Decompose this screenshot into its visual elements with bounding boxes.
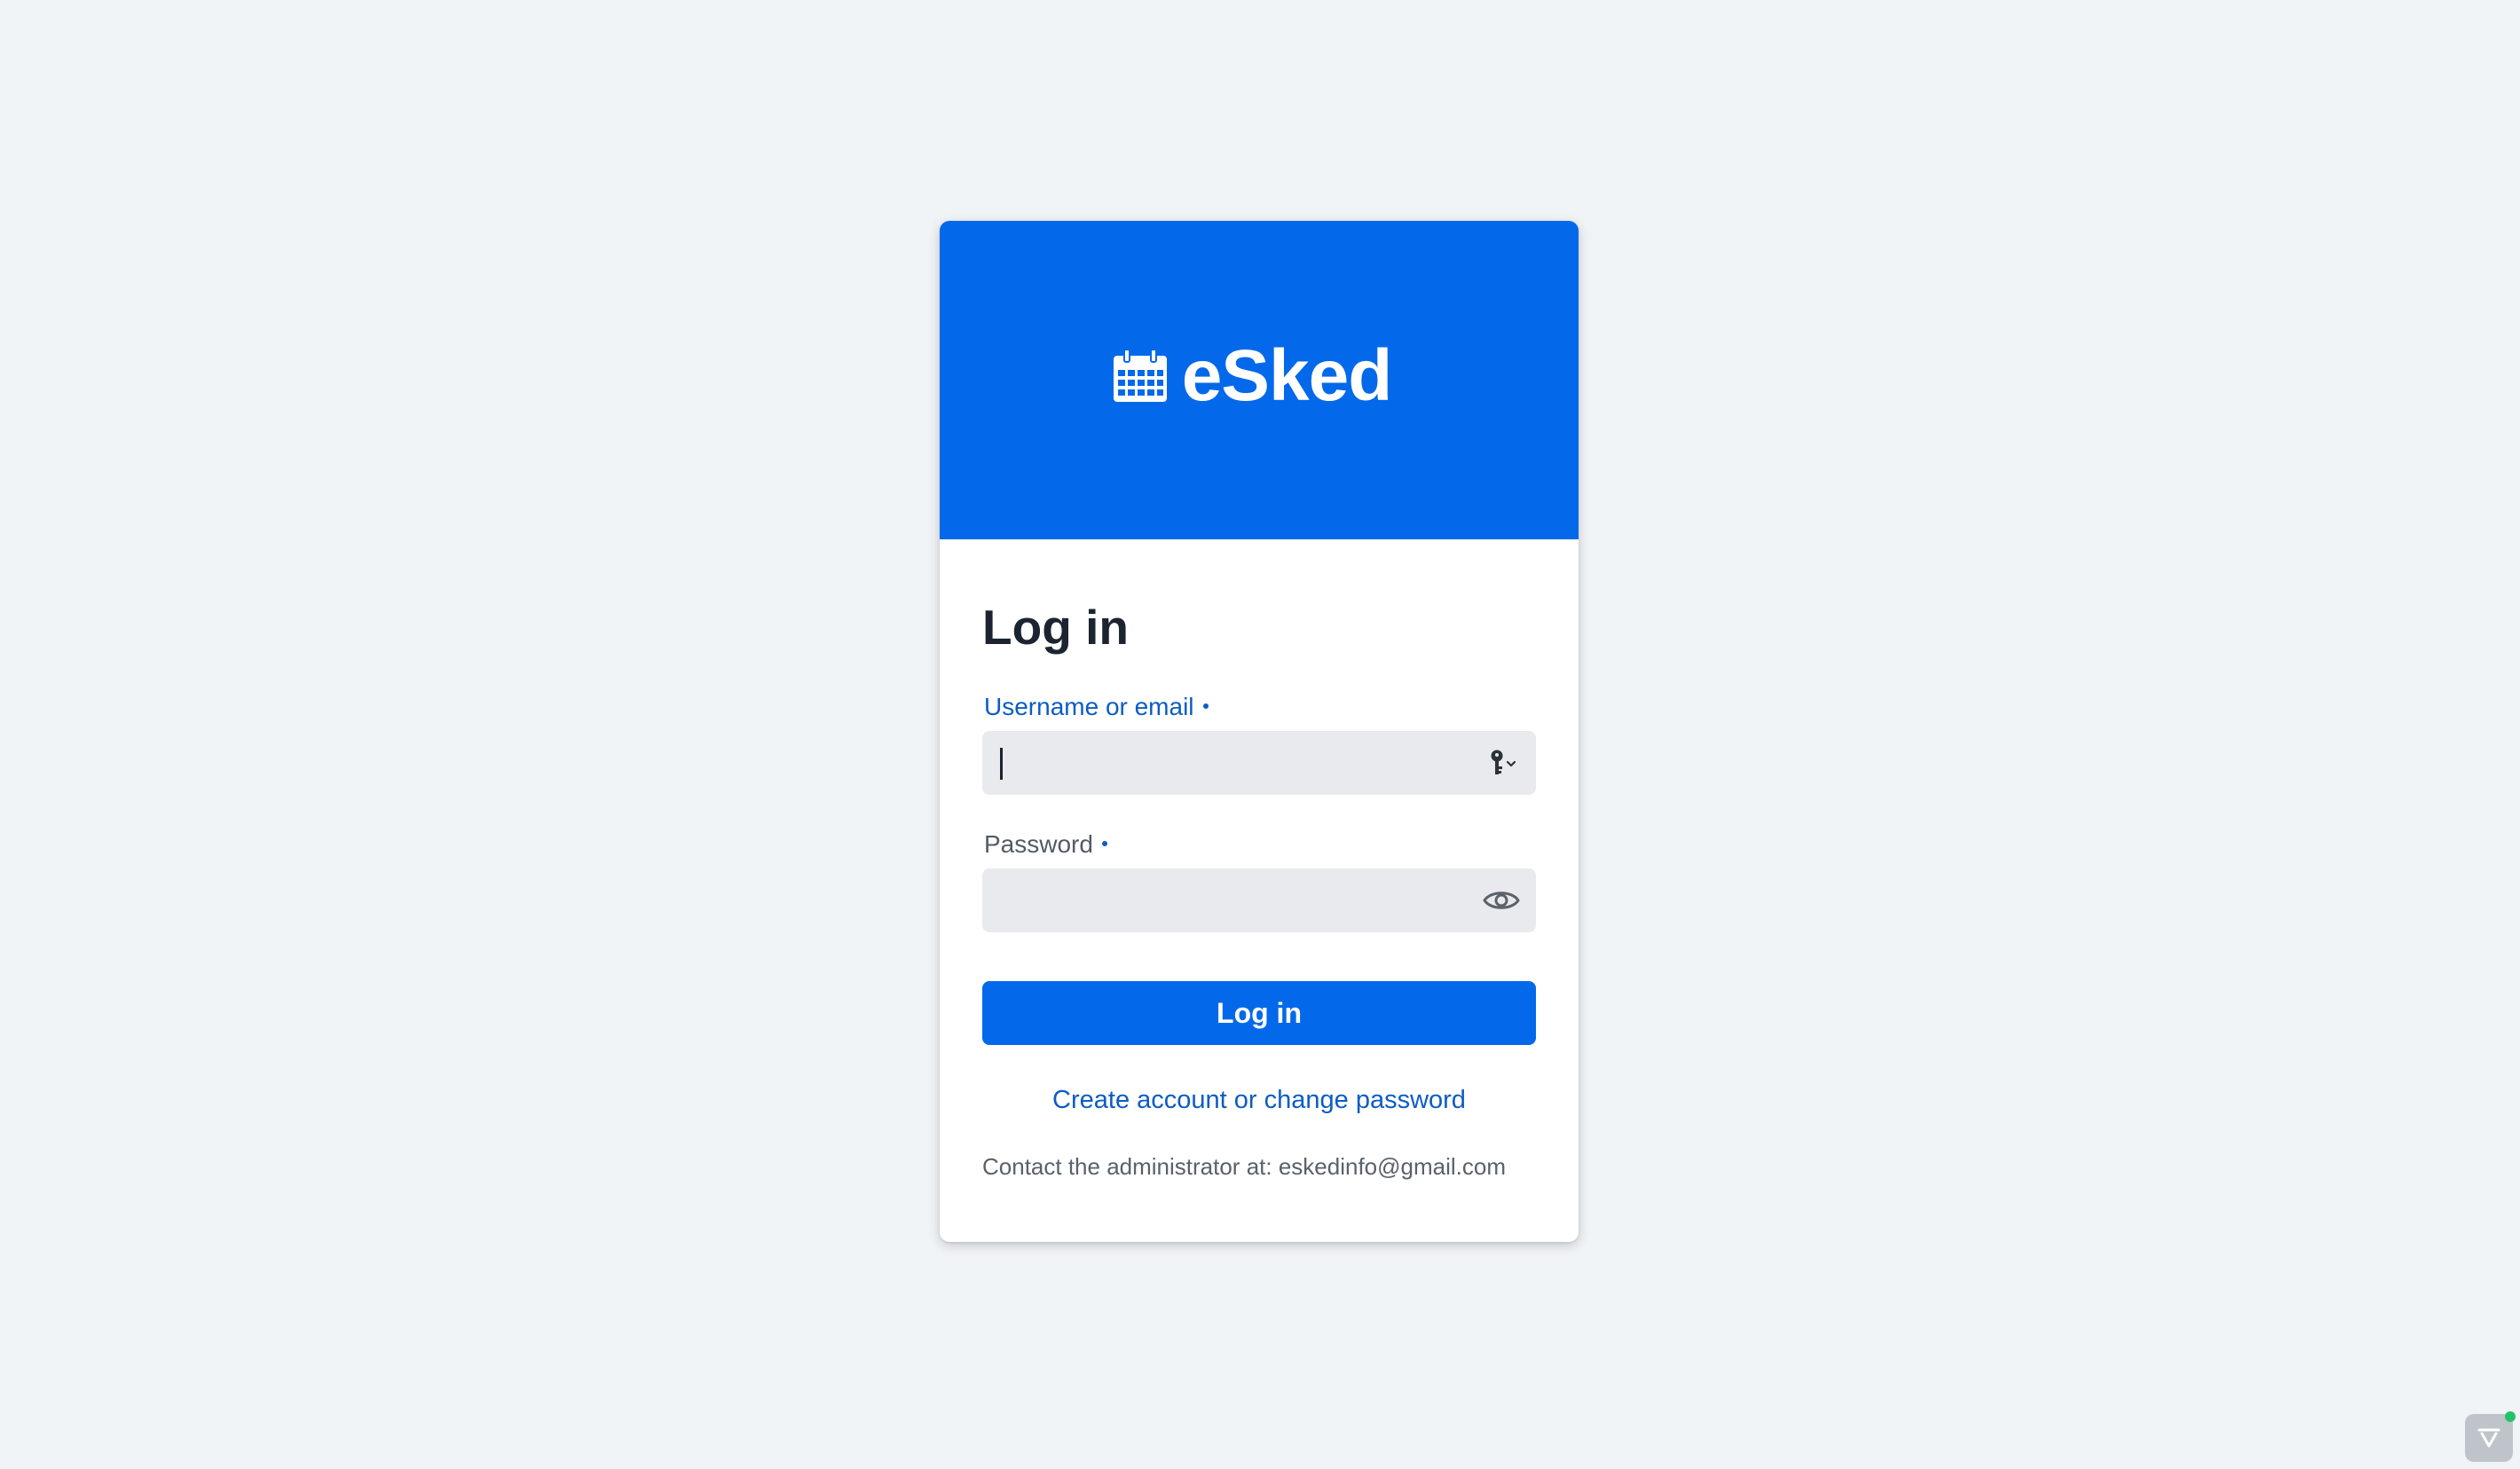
feedback-widget[interactable] — [2465, 1411, 2516, 1462]
password-input[interactable] — [982, 868, 1536, 932]
eye-icon[interactable] — [1483, 887, 1520, 914]
contact-text: Contact the administrator at: eskedinfo@… — [982, 1153, 1506, 1180]
password-label: Password — [984, 832, 1107, 857]
brand-logo: eSked — [1113, 334, 1393, 416]
username-input[interactable] — [982, 731, 1536, 795]
password-label-text: Password — [984, 830, 1093, 858]
text-cursor — [1000, 748, 1003, 780]
feedback-icon — [2474, 1421, 2504, 1456]
username-label: Username or email — [984, 695, 1209, 719]
required-indicator — [1101, 840, 1107, 846]
password-field[interactable] — [982, 868, 1536, 932]
page-title: Log in — [982, 600, 1129, 655]
brand-name: eSked — [1181, 334, 1393, 416]
key-dropdown-icon[interactable] — [1488, 749, 1520, 777]
create-account-link[interactable]: Create account or change password — [940, 1088, 1579, 1113]
calendar-icon — [1113, 348, 1168, 404]
username-label-text: Username or email — [984, 693, 1194, 720]
brand-header: eSked — [940, 221, 1579, 539]
status-dot — [2505, 1411, 2516, 1422]
login-button[interactable]: Log in — [982, 981, 1536, 1045]
username-field[interactable] — [982, 731, 1536, 795]
required-indicator — [1202, 703, 1209, 709]
login-card: eSked Log in Username or email Password … — [940, 221, 1579, 1242]
